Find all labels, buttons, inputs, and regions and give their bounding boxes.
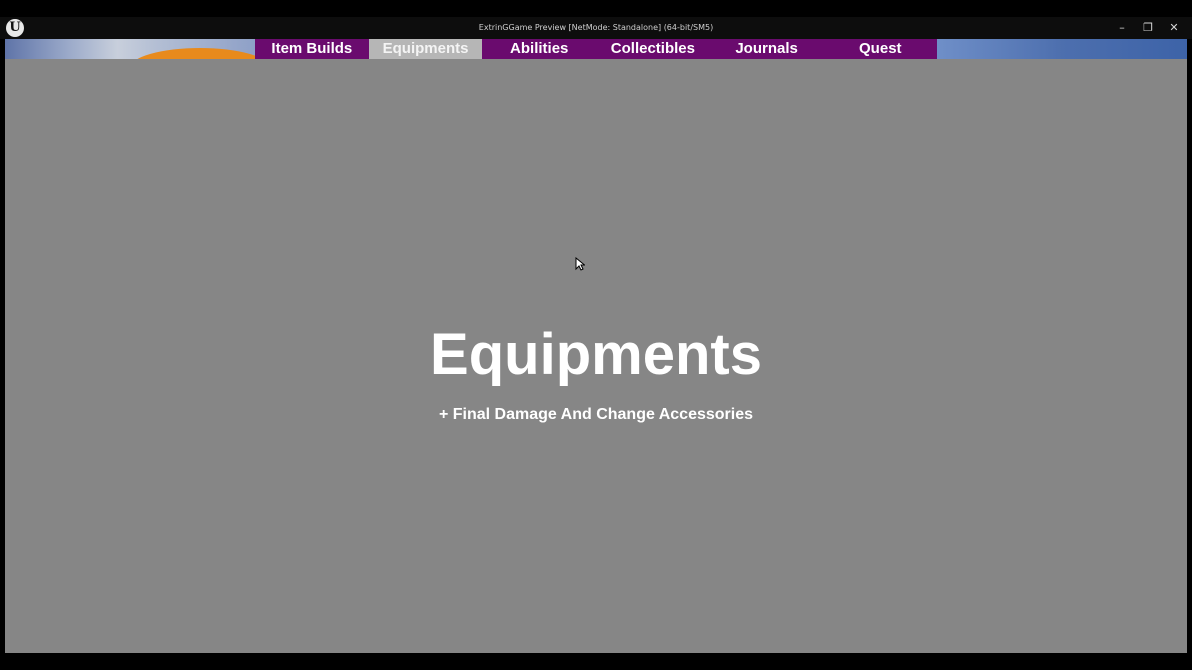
tab-item-builds[interactable]: Item Builds bbox=[255, 39, 369, 59]
tab-collectibles[interactable]: Collectibles bbox=[596, 39, 710, 59]
tab-quest[interactable]: Quest bbox=[823, 39, 938, 59]
tab-abilities[interactable]: Abilities bbox=[482, 39, 597, 59]
page-subtitle: + Final Damage And Change Accessories bbox=[438, 406, 754, 423]
minimize-button[interactable]: – bbox=[1110, 17, 1134, 39]
tab-equipments[interactable]: Equipments bbox=[368, 39, 483, 59]
window-title: ExtrinGGame Preview [NetMode: Standalone… bbox=[478, 23, 714, 32]
maximize-button[interactable]: ❐ bbox=[1136, 17, 1160, 39]
mouse-pointer-icon bbox=[575, 257, 585, 271]
menu-tab-bar: Item Builds Equipments Abilities Collect… bbox=[255, 39, 938, 59]
close-button[interactable]: ✕ bbox=[1162, 17, 1186, 39]
background-sun-shape bbox=[130, 48, 255, 59]
background-sky-left bbox=[5, 39, 255, 59]
background-sky-right bbox=[937, 39, 1187, 59]
game-viewport: Item Builds Equipments Abilities Collect… bbox=[5, 39, 1187, 653]
tab-journals[interactable]: Journals bbox=[709, 39, 824, 59]
window-titlebar: U ExtrinGGame Preview [NetMode: Standalo… bbox=[0, 17, 1192, 39]
page-title: Equipments bbox=[430, 322, 762, 387]
application-screen: U ExtrinGGame Preview [NetMode: Standalo… bbox=[0, 0, 1192, 670]
